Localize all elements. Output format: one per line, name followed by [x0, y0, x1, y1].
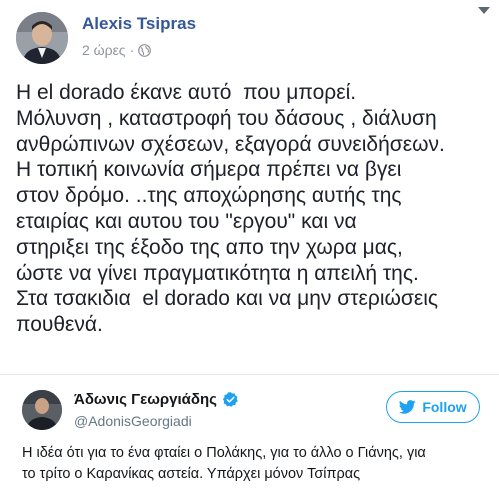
chevron-down-icon[interactable]	[477, 6, 491, 16]
post-line: Στα τσακιδια el dorado και να μην στεριώ…	[16, 287, 438, 311]
tweet-author-avatar[interactable]	[22, 390, 62, 430]
tweet-line: Η ιδέα ότι για το ένα φταίει ο Πολάκης, …	[22, 445, 426, 461]
post-line: στηριξει της έξοδο της απο την χωρα μας,	[16, 235, 403, 259]
tweet-author-handle[interactable]: @AdonisGeorgiadi	[74, 413, 192, 429]
tweet-line: το τρίτο ο Καρανίκας αστεία. Υπάρχει μόν…	[22, 466, 361, 482]
author-avatar[interactable]	[16, 12, 68, 64]
post-line: εταιρίας και αυτου του "εργου" και να	[16, 209, 357, 233]
post-line: ανθρώπινων σχέσεων, εξαγορά συνειδήσεων.	[16, 132, 445, 156]
follow-button-label: Follow	[422, 399, 467, 415]
post-time[interactable]: 2 ώρες	[82, 42, 126, 58]
follow-button[interactable]: Follow	[386, 391, 480, 423]
post-meta: 2 ώρες ·	[82, 42, 152, 58]
post-line: ώστε να γίνει πραγματικότητα η απειλή τη…	[16, 261, 419, 285]
tweet-text: Η ιδέα ότι για το ένα φταίει ο Πολάκης, …	[22, 443, 484, 485]
post-line: Η el dorado έκανε αυτό που μπορεί.	[16, 81, 357, 104]
embedded-tweet: Άδωνις Γεωργιάδης @AdonisGeorgiadi Follo…	[0, 375, 499, 490]
author-name[interactable]: Alexis Tsipras	[82, 14, 196, 34]
post-body: Η el dorado έκανε αυτό που μπορεί. Μόλυν…	[16, 80, 491, 338]
globe-icon	[138, 43, 152, 57]
verified-badge-icon	[222, 391, 239, 408]
meta-separator: ·	[129, 42, 135, 58]
post-line: πουθενά.	[16, 313, 103, 337]
tweet-author-name[interactable]: Άδωνις Γεωργιάδης	[74, 391, 217, 408]
post-line: στον δρόμο. ..της αποχώρησης αυτής της	[16, 184, 402, 208]
tweet-author-row: Άδωνις Γεωργιάδης	[74, 391, 239, 408]
post-line: Η τοπική κοινωνία σήμερα πρέπει να βγει	[16, 158, 402, 182]
facebook-post: Alexis Tsipras 2 ώρες · Η el dorado έκαν…	[0, 0, 499, 375]
post-line: Μόλυνση , καταστροφή του δάσους , διάλυσ…	[16, 106, 437, 130]
twitter-bird-icon	[399, 400, 416, 414]
